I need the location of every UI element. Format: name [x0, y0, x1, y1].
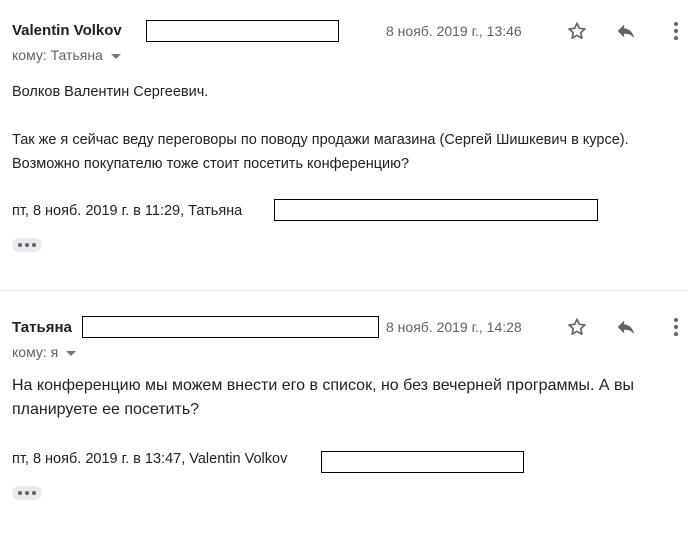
recipient-dropdown[interactable]: кому: я [12, 344, 77, 360]
recipient-label: кому: Татьяна [12, 47, 103, 63]
message-2: Татьяна 8 нояб. 2019 г., 14:28 кому: я Н… [0, 296, 688, 534]
redacted-email [274, 199, 598, 221]
message-1: Valentin Volkov 8 нояб. 2019 г., 13:46 к… [0, 0, 688, 290]
star-icon[interactable] [565, 315, 589, 339]
quote-header: пт, 8 нояб. 2019 г. в 11:29, Татьяна [12, 203, 243, 219]
reply-icon[interactable] [614, 19, 638, 43]
chevron-down-icon [66, 350, 77, 356]
message-divider [0, 290, 688, 291]
message-body: На конференцию мы можем внести его в спи… [12, 374, 682, 422]
ellipsis-icon [18, 243, 22, 247]
reply-icon[interactable] [614, 315, 638, 339]
redacted-email [82, 316, 379, 338]
more-vert-icon[interactable] [664, 315, 688, 339]
ellipsis-icon [25, 243, 29, 247]
body-paragraph: На конференцию мы можем внести его в спи… [12, 377, 634, 418]
quote-header: пт, 8 нояб. 2019 г. в 13:47, Valentin Vo… [12, 451, 288, 467]
body-paragraph: Так же я сейчас веду переговоры по повод… [12, 132, 629, 172]
star-icon[interactable] [565, 19, 589, 43]
message-body: Волков Валентин Сергеевич. Так же я сейч… [12, 80, 662, 176]
body-paragraph: Волков Валентин Сергеевич. [12, 84, 209, 100]
ellipsis-icon [18, 491, 22, 495]
ellipsis-icon [32, 243, 36, 247]
message-date: 8 нояб. 2019 г., 14:28 [386, 319, 522, 335]
sender-name[interactable]: Татьяна [12, 319, 72, 336]
redacted-email [146, 20, 339, 42]
show-trimmed-content-button[interactable] [12, 486, 42, 500]
more-vert-icon[interactable] [664, 19, 688, 43]
recipient-dropdown[interactable]: кому: Татьяна [12, 47, 121, 63]
ellipsis-icon [25, 491, 29, 495]
recipient-label: кому: я [12, 344, 59, 360]
ellipsis-icon [32, 491, 36, 495]
chevron-down-icon [110, 53, 121, 59]
sender-name[interactable]: Valentin Volkov [12, 22, 122, 39]
show-trimmed-content-button[interactable] [12, 238, 42, 252]
message-date: 8 нояб. 2019 г., 13:46 [386, 23, 522, 39]
redacted-email [321, 451, 524, 473]
